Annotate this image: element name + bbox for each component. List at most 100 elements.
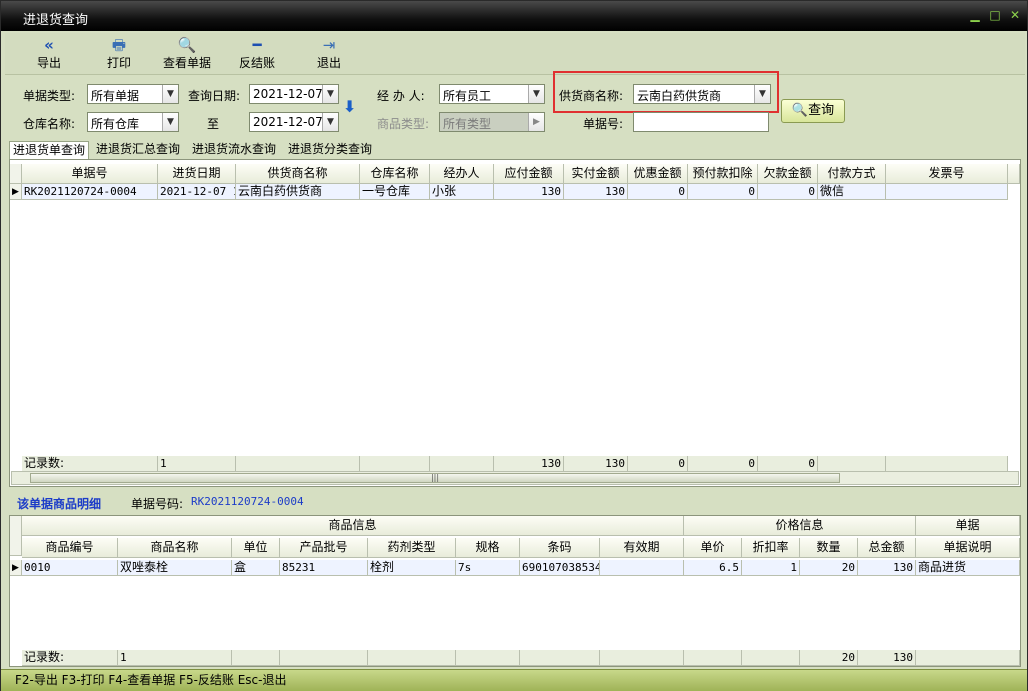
chevron-down-icon[interactable]: ▼ <box>322 85 338 103</box>
doc-type-select[interactable]: 所有单据 ▼ <box>87 84 179 104</box>
print-button[interactable]: 🖶 打印 <box>101 36 137 74</box>
cell-dosage: 栓剂 <box>368 560 456 576</box>
export-label: 导出 <box>36 56 61 70</box>
footer-prepay: 0 <box>688 456 758 472</box>
col-doc-note[interactable]: 单据说明 <box>916 538 1020 558</box>
col-warehouse[interactable]: 仓库名称 <box>360 164 430 184</box>
double-left-arrow-icon: « <box>44 36 54 54</box>
cell-supplier: 云南白药供货商 <box>236 184 360 200</box>
col-invoice[interactable]: 发票号 <box>886 164 1008 184</box>
table-row[interactable]: ▶ RK2021120724-0004 2021-12-07 14 云南白药供货… <box>10 184 1020 200</box>
col-discount[interactable]: 优惠金额 <box>628 164 688 184</box>
warehouse-select[interactable]: 所有仓库 ▼ <box>87 112 179 132</box>
detail-header: 该单据商品明细 单据号码: RK2021120724-0004 <box>5 489 1025 515</box>
group-product-info: 商品信息 <box>22 516 684 536</box>
footer-cell <box>916 650 1020 666</box>
warehouse-label: 仓库名称: <box>23 117 76 131</box>
exit-button[interactable]: ⇥ 退出 <box>311 36 347 74</box>
col-product-name[interactable]: 商品名称 <box>118 538 232 558</box>
doc-no-label: 单据号: <box>583 117 624 131</box>
footer-cell <box>232 650 280 666</box>
footer-cell <box>368 650 456 666</box>
footer-payable: 130 <box>494 456 564 472</box>
col-supplier[interactable]: 供货商名称 <box>236 164 360 184</box>
col-discount-rate[interactable]: 折扣率 <box>742 538 800 558</box>
horizontal-scrollbar[interactable]: ||| <box>11 471 1019 485</box>
detail-doc-no-label: 单据号码: <box>131 497 184 511</box>
tab-category-query[interactable]: 进退货分类查询 <box>285 141 375 159</box>
window-title: 进退货查询 <box>23 13 89 28</box>
row-indicator-header <box>10 164 22 184</box>
footer-discount: 0 <box>628 456 688 472</box>
reverse-checkout-button[interactable]: ━ 反结账 <box>235 36 279 74</box>
tab-summary-query[interactable]: 进退货汇总查询 <box>93 141 183 159</box>
scrollbar-thumb[interactable]: ||| <box>30 473 840 483</box>
col-debt[interactable]: 欠款金额 <box>758 164 818 184</box>
supplier-select[interactable]: 云南白药供货商 ▼ <box>633 84 771 104</box>
col-total[interactable]: 总金额 <box>858 538 916 558</box>
table-row[interactable]: ▶ 0010 双唑泰栓 盒 85231 栓剂 7s 6901070385346 … <box>10 560 1020 576</box>
date-from-picker[interactable]: 2021-12-07 ▼ <box>249 84 339 104</box>
col-product-code[interactable]: 商品编号 <box>22 538 118 558</box>
cell-pay-method: 微信 <box>818 184 886 200</box>
col-handler[interactable]: 经办人 <box>430 164 494 184</box>
chevron-down-icon[interactable]: ▼ <box>754 85 770 103</box>
status-bar: F2-导出 F3-打印 F4-查看单据 F5-反结账 Esc-退出 <box>1 669 1027 691</box>
tab-doc-query[interactable]: 进退货单查询 <box>9 141 90 159</box>
col-quantity[interactable]: 数量 <box>800 538 858 558</box>
export-button[interactable]: « 导出 <box>31 36 67 74</box>
footer-cell <box>684 650 742 666</box>
col-payable[interactable]: 应付金额 <box>494 164 564 184</box>
view-document-button[interactable]: 🔍 查看单据 <box>161 36 213 74</box>
chevron-down-icon[interactable]: ▼ <box>162 113 178 131</box>
handler-select[interactable]: 所有员工 ▼ <box>439 84 545 104</box>
col-paid[interactable]: 实付金额 <box>564 164 628 184</box>
cell-barcode: 6901070385346 <box>520 560 600 576</box>
col-batch[interactable]: 产品批号 <box>280 538 368 558</box>
main-grid[interactable]: 单据号 进货日期 供货商名称 仓库名称 经办人 应付金额 实付金额 优惠金额 预… <box>9 159 1021 487</box>
group-price-info: 价格信息 <box>684 516 916 536</box>
col-date[interactable]: 进货日期 <box>158 164 236 184</box>
col-doc-no[interactable]: 单据号 <box>22 164 158 184</box>
col-dosage[interactable]: 药剂类型 <box>368 538 456 558</box>
chevron-down-icon[interactable]: ▼ <box>528 85 544 103</box>
detail-doc-no-value: RK2021120724-0004 <box>191 495 304 508</box>
col-expiry[interactable]: 有效期 <box>600 538 684 558</box>
footer-cell <box>236 456 360 472</box>
chevron-down-icon[interactable]: ▼ <box>162 85 178 103</box>
exit-door-icon: ⇥ <box>322 36 336 54</box>
cell-payable: 130 <box>494 184 564 200</box>
doc-no-input[interactable] <box>633 112 769 132</box>
printer-icon: 🖶 <box>111 36 127 54</box>
maximize-icon[interactable]: □ <box>987 7 1003 23</box>
supplier-value: 云南白药供货商 <box>637 89 722 103</box>
down-arrow-icon[interactable]: ⬇ <box>343 97 356 116</box>
cell-paid: 130 <box>564 184 628 200</box>
product-type-label: 商品类型: <box>377 117 430 131</box>
cell-discount-rate: 1 <box>742 560 800 576</box>
document-search-icon: 🔍 <box>177 36 197 54</box>
detail-group-header: 商品信息 价格信息 单据 <box>10 516 1020 556</box>
close-icon[interactable]: ✕ <box>1007 7 1023 23</box>
footer-record-label: 记录数: <box>22 650 118 666</box>
warehouse-value: 所有仓库 <box>91 117 140 131</box>
cell-discount: 0 <box>628 184 688 200</box>
tab-flow-query[interactable]: 进退货流水查询 <box>189 141 279 159</box>
col-pay-method[interactable]: 付款方式 <box>818 164 886 184</box>
main-grid-header: 单据号 进货日期 供货商名称 仓库名称 经办人 应付金额 实付金额 优惠金额 预… <box>10 164 1020 184</box>
footer-paid: 130 <box>564 456 628 472</box>
product-type-select: 所有类型 ▶ <box>439 112 545 132</box>
query-button[interactable]: 🔍查询 <box>781 99 845 123</box>
current-row-icon: ▶ <box>10 560 22 576</box>
col-spec[interactable]: 规格 <box>456 538 520 558</box>
col-prepay[interactable]: 预付款扣除 <box>688 164 758 184</box>
minimize-icon[interactable]: ▁ <box>967 7 983 23</box>
detail-grid[interactable]: 商品信息 价格信息 单据 商品编号 商品名称 单位 产品批号 药剂类型 规格 条… <box>9 515 1021 667</box>
col-barcode[interactable]: 条码 <box>520 538 600 558</box>
col-unit-price[interactable]: 单价 <box>684 538 742 558</box>
doc-type-value: 所有单据 <box>91 89 140 103</box>
date-to-picker[interactable]: 2021-12-07 ▼ <box>249 112 339 132</box>
chevron-down-icon[interactable]: ▼ <box>322 113 338 131</box>
col-unit[interactable]: 单位 <box>232 538 280 558</box>
cell-date: 2021-12-07 14 <box>158 184 236 200</box>
